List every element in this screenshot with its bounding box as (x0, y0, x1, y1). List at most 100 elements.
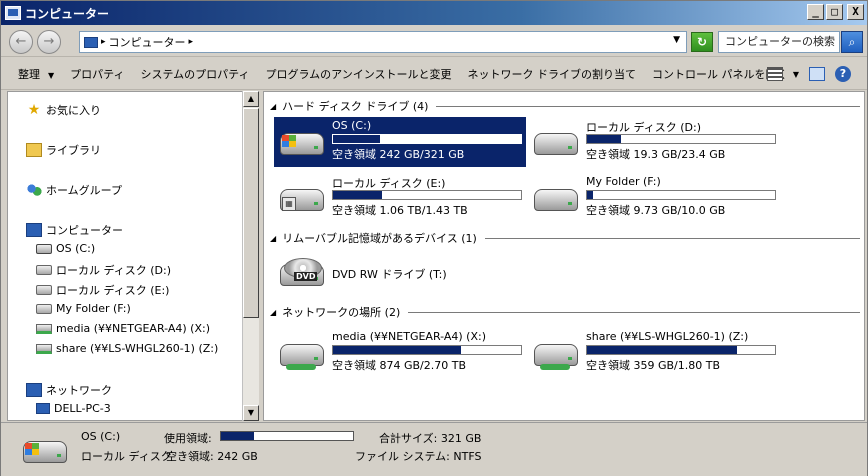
maximize-button[interactable]: □ (826, 4, 843, 20)
details-free: 空き領域: 242 GB (166, 450, 258, 463)
drive-space: 空き領域 359 GB/1.80 TB (586, 359, 721, 372)
drive-space: 空き領域 1.06 TB/1.43 TB (332, 204, 468, 217)
drive-name: My Folder (F:) (586, 175, 661, 188)
nav-favorites-label: お気に入り (46, 104, 101, 117)
group-title: ハード ディスク ドライブ (4) (282, 100, 429, 113)
views-icon[interactable] (766, 67, 783, 81)
nav-drive-d[interactable]: ローカル ディスク (D:) (36, 262, 171, 278)
search-button[interactable]: ⌕ (841, 31, 863, 53)
scroll-down-arrow-icon[interactable]: ▼ (243, 405, 259, 421)
nav-computer-label: コンピューター (46, 224, 123, 237)
group-header-hdd[interactable]: ◢ ハード ディスク ドライブ (4) (270, 98, 860, 114)
address-bar[interactable]: ▸ コンピューター ▸ ▼ (79, 31, 687, 53)
explorer-window: コンピューター _ □ X ← → ▸ コンピューター ▸ ▼ ↻ コンピュータ… (0, 0, 868, 476)
back-arrow-icon: ← (15, 34, 27, 49)
content-pane: ◢ ハード ディスク ドライブ (4) OS (C:) 空き領域 242 GB/3… (263, 91, 865, 421)
collapse-triangle-icon[interactable]: ◢ (270, 234, 276, 243)
properties-button[interactable]: プロパティ (62, 66, 132, 82)
system-properties-button[interactable]: システムのプロパティ (133, 66, 258, 82)
command-bar: 整理 ▼ プロパティ システムのプロパティ プログラムのアンインストールと変更 ネ… (1, 58, 867, 90)
nav-drive-label: OS (C:) (56, 242, 96, 255)
nav-computer[interactable]: コンピューター (26, 222, 123, 238)
drive-tile-x[interactable]: media (¥¥NETGEAR-A4) (X:) 空き領域 874 GB/2.… (274, 328, 526, 378)
forward-button[interactable]: → (37, 30, 61, 54)
hard-drive-icon (36, 303, 52, 314)
refresh-button[interactable]: ↻ (691, 32, 713, 52)
nav-libraries[interactable]: ライブラリ (26, 142, 101, 158)
group-header-removable[interactable]: ◢ リムーバブル記憶域があるデバイス (1) (270, 230, 860, 246)
drive-name: share (¥¥LS-WHGL260-1) (Z:) (586, 330, 749, 343)
uninstall-program-button[interactable]: プログラムのアンインストールと変更 (258, 66, 460, 82)
group-divider (436, 105, 860, 107)
map-network-drive-button[interactable]: ネットワーク ドライブの割り当て (460, 66, 645, 82)
drive-name: ローカル ディスク (D:) (586, 121, 701, 134)
search-icon: ⌕ (848, 35, 856, 49)
nav-drive-z[interactable]: share (¥¥LS-WHGL260-1) (Z:) (36, 342, 218, 355)
usage-fill (587, 135, 621, 143)
drive-tile-z[interactable]: share (¥¥LS-WHGL260-1) (Z:) 空き領域 359 GB/… (528, 328, 780, 378)
drive-tile-e[interactable]: ▦ ローカル ディスク (E:) 空き領域 1.06 TB/1.43 TB (274, 173, 526, 223)
scroll-up-arrow-icon[interactable]: ▲ (243, 91, 259, 107)
drive-name: ローカル ディスク (E:) (332, 177, 446, 190)
close-button[interactable]: X (847, 4, 864, 20)
nav-drive-x[interactable]: media (¥¥NETGEAR-A4) (X:) (36, 322, 210, 335)
views-dropdown-icon[interactable]: ▼ (793, 70, 799, 79)
drive-tile-d[interactable]: ローカル ディスク (D:) 空き領域 19.3 GB/23.4 GB (528, 117, 780, 167)
nav-drive-f[interactable]: My Folder (F:) (36, 302, 131, 315)
preview-pane-icon[interactable] (809, 67, 825, 81)
search-input[interactable]: コンピューターの検索 (718, 31, 840, 53)
breadcrumb-computer[interactable]: コンピューター (109, 34, 186, 50)
group-header-network[interactable]: ◢ ネットワークの場所 (2) (270, 304, 860, 320)
window-controls: _ □ X (807, 4, 864, 20)
usage-bar (332, 190, 522, 200)
navigation-pane: ★ お気に入り ライブラリ ホームグループ コンピューター OS (C:) ローカ… (7, 91, 259, 421)
usage-bar (332, 134, 522, 144)
back-button[interactable]: ← (9, 30, 33, 54)
usage-fill (333, 135, 380, 143)
drive-tile-c[interactable]: OS (C:) 空き領域 242 GB/321 GB (274, 117, 526, 167)
drive-tile-t[interactable]: DVD DVD RW ドライブ (T:) (274, 248, 526, 298)
drive-space: 空き領域 874 GB/2.70 TB (332, 359, 467, 372)
organize-label: 整理 (18, 67, 40, 81)
hard-drive-icon (36, 285, 52, 295)
nav-drive-label: ローカル ディスク (D:) (56, 264, 171, 277)
breadcrumb-chevron-icon[interactable]: ▸ (189, 37, 194, 47)
nav-homegroup[interactable]: ホームグループ (26, 182, 122, 198)
usage-bar (332, 345, 522, 355)
network-icon (26, 383, 42, 397)
computer-icon (36, 403, 50, 414)
nav-network-pc-label: DELL-PC-3 (54, 402, 111, 415)
window-title: コンピューター (25, 6, 110, 21)
organize-menu[interactable]: 整理 ▼ (1, 66, 62, 82)
nav-drive-label: media (¥¥NETGEAR-A4) (X:) (56, 322, 211, 335)
nav-drive-c[interactable]: OS (C:) (36, 242, 95, 255)
computer-icon (5, 6, 21, 20)
nav-drive-label: My Folder (F:) (56, 302, 131, 315)
star-icon: ★ (27, 102, 41, 118)
windows-drive-icon (23, 431, 67, 467)
drive-name: OS (C:) (332, 119, 372, 132)
details-usage-bar (220, 431, 354, 441)
nav-scrollbar[interactable]: ▲ ▼ (242, 91, 259, 421)
drive-tile-f[interactable]: My Folder (F:) 空き領域 9.73 GB/10.0 GB (528, 173, 780, 223)
help-icon[interactable]: ? (835, 66, 851, 82)
scroll-thumb[interactable] (243, 108, 259, 318)
nav-drive-label: ローカル ディスク (E:) (56, 284, 170, 297)
collapse-triangle-icon[interactable]: ◢ (270, 102, 276, 111)
breadcrumb-chevron-icon[interactable]: ▸ (101, 37, 106, 47)
address-dropdown-icon[interactable]: ▼ (673, 35, 680, 45)
collapse-triangle-icon[interactable]: ◢ (270, 308, 276, 317)
nav-network-pc[interactable]: DELL-PC-3 (36, 402, 111, 415)
details-filesystem: ファイル システム: NTFS (355, 450, 482, 463)
nav-drive-e[interactable]: ローカル ディスク (E:) (36, 282, 169, 298)
drive-name: DVD RW ドライブ (T:) (332, 268, 447, 281)
address-row: ← → ▸ コンピューター ▸ ▼ ↻ コンピューターの検索 ⌕ (1, 25, 867, 57)
usage-fill (587, 191, 593, 199)
details-used-label: 使用領域: (164, 432, 212, 445)
nav-network[interactable]: ネットワーク (26, 382, 112, 398)
minimize-button[interactable]: _ (807, 4, 824, 20)
nav-favorites[interactable]: ★ お気に入り (26, 102, 101, 118)
nav-libraries-label: ライブラリ (46, 144, 101, 157)
title-bar[interactable]: コンピューター _ □ X (1, 1, 867, 25)
drive-space: 空き領域 9.73 GB/10.0 GB (586, 204, 726, 217)
